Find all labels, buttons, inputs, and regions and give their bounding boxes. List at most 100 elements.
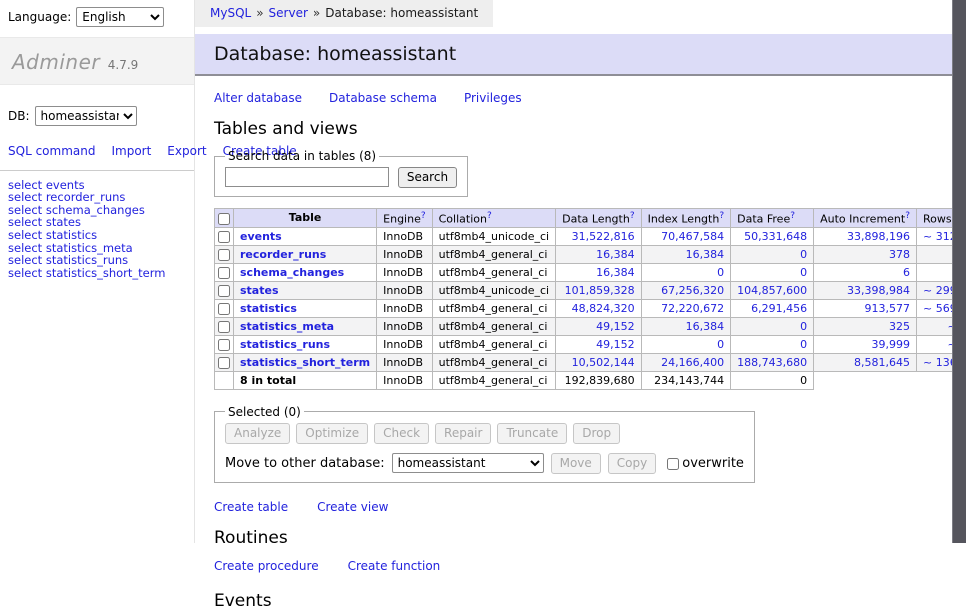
- table-name-cell: states: [234, 281, 377, 299]
- routine-link[interactable]: Create function: [348, 559, 441, 573]
- routine-link[interactable]: Create procedure: [214, 559, 319, 573]
- language-select[interactable]: English: [76, 7, 164, 27]
- data-free-link[interactable]: 6,291,456: [751, 302, 807, 315]
- index-length-link[interactable]: 70,467,584: [661, 230, 724, 243]
- move-row: Move to other database: homeassistant Mo…: [225, 453, 744, 474]
- auto-increment-link[interactable]: 33,398,984: [847, 284, 910, 297]
- column-header: Data Length?: [556, 209, 641, 228]
- table-row: statistics_meta InnoDB utf8mb4_general_c…: [215, 317, 966, 335]
- search-input[interactable]: [225, 167, 389, 187]
- auto-increment-link[interactable]: 39,999: [872, 338, 911, 351]
- data-length-link[interactable]: 49,152: [596, 338, 635, 351]
- table-name-link[interactable]: statistics_meta: [240, 320, 334, 333]
- select-all-checkbox[interactable]: [218, 213, 230, 225]
- move-db-select[interactable]: homeassistant: [392, 453, 544, 473]
- selected-action-button[interactable]: Truncate: [497, 423, 567, 444]
- selected-fieldset: Selected (0) AnalyzeOptimizeCheckRepairT…: [214, 405, 755, 483]
- auto-increment-link[interactable]: 33,898,196: [847, 230, 910, 243]
- column-help-link[interactable]: ?: [421, 211, 426, 221]
- table-name-link[interactable]: states: [240, 284, 279, 297]
- column-help-link[interactable]: ?: [719, 211, 724, 221]
- move-button[interactable]: Move: [551, 453, 601, 474]
- vertical-scrollbar[interactable]: [952, 0, 966, 543]
- data-free-link[interactable]: 0: [800, 248, 807, 261]
- index-length-link[interactable]: 16,384: [686, 320, 725, 333]
- auto-increment-link[interactable]: 325: [889, 320, 910, 333]
- table-name-cell: statistics_runs: [234, 335, 377, 353]
- create-link[interactable]: Create table: [214, 500, 288, 514]
- table-name-link[interactable]: events: [240, 230, 282, 243]
- language-row: Language:English: [0, 0, 194, 32]
- table-name-link[interactable]: statistics_runs: [240, 338, 330, 351]
- table-name-link[interactable]: statistics_short_term: [240, 356, 370, 369]
- breadcrumb-server-link[interactable]: Server: [269, 6, 308, 20]
- data-length-link[interactable]: 49,152: [596, 320, 635, 333]
- row-checkbox[interactable]: [218, 339, 230, 351]
- database-action-link[interactable]: Privileges: [464, 91, 522, 105]
- table-name-link[interactable]: schema_changes: [240, 266, 344, 279]
- overwrite-checkbox[interactable]: [667, 458, 679, 470]
- auto-increment-link[interactable]: 6: [903, 266, 910, 279]
- row-checkbox[interactable]: [218, 357, 230, 369]
- index-length-link[interactable]: 72,220,672: [661, 302, 724, 315]
- row-checkbox[interactable]: [218, 249, 230, 261]
- table-name-link[interactable]: recorder_runs: [240, 248, 326, 261]
- data-free-link[interactable]: 0: [800, 338, 807, 351]
- sidebar-select-table-link[interactable]: select recorder_runs: [8, 191, 194, 204]
- row-checkbox-cell: [215, 245, 234, 263]
- data-free-cell: 50,331,648: [731, 227, 814, 245]
- data-length-link[interactable]: 101,859,328: [565, 284, 635, 297]
- copy-button[interactable]: Copy: [608, 453, 656, 474]
- index-length-link[interactable]: 24,166,400: [661, 356, 724, 369]
- database-action-link[interactable]: Database schema: [329, 91, 437, 105]
- auto-increment-link[interactable]: 913,577: [865, 302, 911, 315]
- totals-engine: InnoDB: [377, 371, 432, 389]
- selected-action-button[interactable]: Optimize: [296, 423, 368, 444]
- table-name-link[interactable]: statistics: [240, 302, 297, 315]
- data-free-link[interactable]: 104,857,600: [737, 284, 807, 297]
- selected-action-button[interactable]: Drop: [573, 423, 620, 444]
- data-length-link[interactable]: 48,824,320: [572, 302, 635, 315]
- row-checkbox[interactable]: [218, 231, 230, 243]
- row-checkbox-cell: [215, 299, 234, 317]
- selected-action-button[interactable]: Analyze: [225, 423, 290, 444]
- data-length-link[interactable]: 16,384: [596, 248, 635, 261]
- index-length-link[interactable]: 0: [717, 338, 724, 351]
- row-checkbox[interactable]: [218, 303, 230, 315]
- data-length-link[interactable]: 16,384: [596, 266, 635, 279]
- index-length-link[interactable]: 0: [717, 266, 724, 279]
- column-help-link[interactable]: ?: [487, 211, 492, 221]
- data-free-link[interactable]: 50,331,648: [744, 230, 807, 243]
- data-length-link[interactable]: 31,522,816: [572, 230, 635, 243]
- search-button[interactable]: Search: [398, 167, 457, 188]
- auto-increment-link[interactable]: 378: [889, 248, 910, 261]
- row-checkbox[interactable]: [218, 267, 230, 279]
- database-action-link[interactable]: Alter database: [214, 91, 302, 105]
- column-help-link[interactable]: ?: [790, 211, 795, 221]
- create-link[interactable]: Create view: [317, 500, 388, 514]
- auto-increment-link[interactable]: 8,581,645: [854, 356, 910, 369]
- data-free-link[interactable]: 0: [800, 320, 807, 333]
- tables-header-row: TableEngine?Collation?Data Length?Index …: [215, 209, 966, 228]
- column-help-link[interactable]: ?: [905, 211, 910, 221]
- index-length-link[interactable]: 67,256,320: [661, 284, 724, 297]
- data-length-link[interactable]: 10,502,144: [572, 356, 635, 369]
- breadcrumb-mysql-link[interactable]: MySQL: [210, 6, 251, 20]
- sidebar-select-table-link[interactable]: select statistics_runs: [8, 254, 194, 267]
- sidebar-select-table-link[interactable]: select statistics_short_term: [8, 267, 194, 280]
- row-checkbox[interactable]: [218, 321, 230, 333]
- sidebar-table-links: select eventsselect recorder_runsselect …: [8, 179, 194, 280]
- selected-action-button[interactable]: Check: [374, 423, 429, 444]
- collation-cell: utf8mb4_general_ci: [432, 263, 555, 281]
- data-free-link[interactable]: 0: [800, 266, 807, 279]
- row-checkbox[interactable]: [218, 285, 230, 297]
- row-checkbox-cell: [215, 317, 234, 335]
- index-length-link[interactable]: 16,384: [686, 248, 725, 261]
- db-select[interactable]: homeassistant: [35, 106, 137, 126]
- sidebar-select-table-link[interactable]: select statistics: [8, 229, 194, 242]
- sidebar-menu-link[interactable]: Import: [111, 144, 151, 158]
- selected-action-button[interactable]: Repair: [435, 423, 491, 444]
- data-free-link[interactable]: 188,743,680: [737, 356, 807, 369]
- column-help-link[interactable]: ?: [630, 211, 635, 221]
- sidebar-menu-link[interactable]: SQL command: [8, 144, 95, 158]
